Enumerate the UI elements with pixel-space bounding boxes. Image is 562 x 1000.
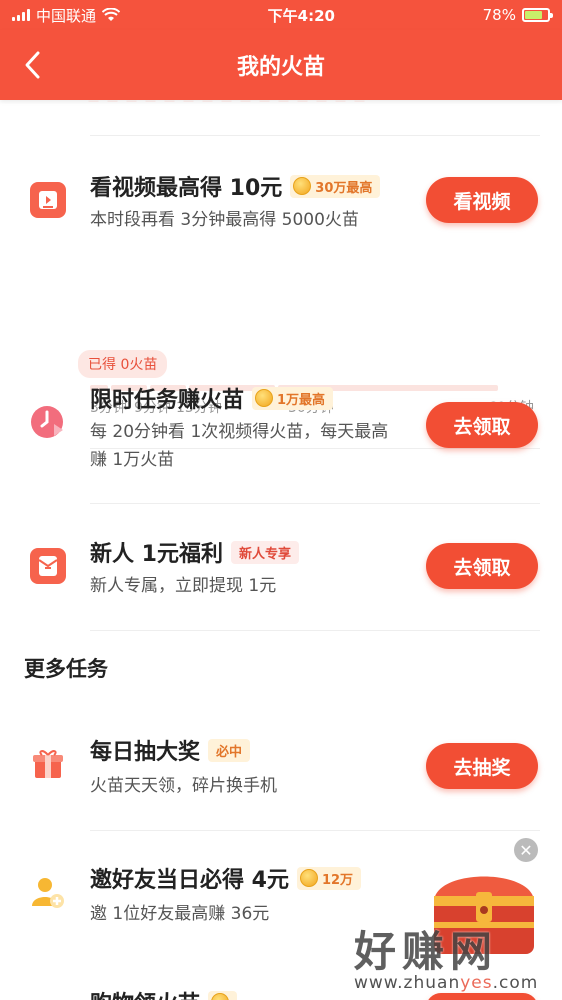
- task-title: 邀好友当日必得 4元 12万: [90, 862, 362, 894]
- clock-time: 下午4:20: [267, 6, 335, 25]
- divider: [90, 830, 540, 831]
- coin-icon: [293, 177, 312, 195]
- nav-header: 我的火苗: [0, 30, 562, 100]
- reward-badge: 12万: [296, 866, 362, 890]
- divider: [90, 630, 540, 631]
- divider: [90, 503, 540, 504]
- carrier-label: 中国联通: [36, 6, 97, 25]
- clock-icon: [30, 404, 66, 440]
- task-title-text: 看视频最高得 10元: [90, 176, 283, 201]
- badge-text: 30万最高: [315, 180, 373, 196]
- task-title-text: 邀好友当日必得 4元: [90, 868, 289, 893]
- shopping-button[interactable]: [426, 993, 538, 1000]
- watermark: 好赚网 www.zhuanyes.com: [354, 918, 538, 993]
- newbie-badge: 新人专享: [230, 540, 299, 564]
- task-title: 每日抽大奖 必中: [90, 734, 251, 766]
- task-title: 看视频最高得 10元 30万最高: [90, 170, 381, 202]
- wifi-icon: [102, 8, 121, 21]
- lottery-button[interactable]: 去抽奖: [426, 743, 538, 789]
- task-title-text: 新人 1元福利: [90, 542, 223, 567]
- task-title: 购物领火苗: [90, 986, 238, 1000]
- claim-button[interactable]: 去领取: [426, 402, 538, 448]
- task-title: 限时任务赚火苗 1万最高: [90, 382, 334, 414]
- badge-text: 1万最高: [277, 392, 326, 408]
- earned-pill: 已得 0火苗: [78, 350, 168, 378]
- coin-icon: [211, 993, 230, 1000]
- coin-icon: [299, 869, 318, 887]
- task-title-text: 限时任务赚火苗: [90, 388, 245, 413]
- task-title: 新人 1元福利 新人专享: [90, 536, 299, 568]
- task-title-text: 购物领火苗: [90, 986, 200, 1000]
- gift-icon: [30, 746, 66, 782]
- task-desc: 新人专属，立即提现 1元: [90, 576, 277, 596]
- watch-video-button[interactable]: 看视频: [426, 177, 538, 223]
- signal-icon: [12, 9, 30, 21]
- reward-badge: [208, 991, 238, 1000]
- add-friend-icon: [30, 874, 66, 910]
- status-bar: 中国联通 下午4:20 78%: [0, 0, 562, 30]
- page-title: 我的火苗: [236, 55, 325, 80]
- reward-badge: 1万最高: [252, 386, 334, 410]
- reward-badge: 30万最高: [290, 174, 381, 198]
- watermark-url: www.zhuanyes.com: [354, 973, 539, 993]
- badge-text: 12万: [321, 872, 354, 888]
- divider: [90, 135, 540, 136]
- video-icon: [30, 182, 66, 218]
- claim-button[interactable]: 去领取: [426, 543, 538, 589]
- close-icon[interactable]: ✕: [514, 838, 538, 862]
- chevron-left-icon[interactable]: [22, 50, 44, 80]
- battery-icon: [521, 8, 553, 22]
- task-title-text: 每日抽大奖: [90, 740, 201, 765]
- task-desc: 每 20分钟看 1次视频得火苗，每天最高赚 1万火苗: [90, 422, 389, 470]
- task-desc: 本时段再看 3分钟最高得 5000火苗: [90, 210, 359, 230]
- faded-progress-row: ———————————————: [88, 100, 538, 106]
- watermark-title: 好赚网: [354, 927, 499, 976]
- task-desc: 火苗天天领，碎片换手机: [90, 776, 277, 796]
- red-envelope-icon: [30, 548, 66, 584]
- must-win-badge: 必中: [208, 738, 251, 762]
- battery-percent: 78%: [482, 6, 516, 24]
- coin-icon: [255, 389, 274, 407]
- section-title: 更多任务: [24, 657, 108, 681]
